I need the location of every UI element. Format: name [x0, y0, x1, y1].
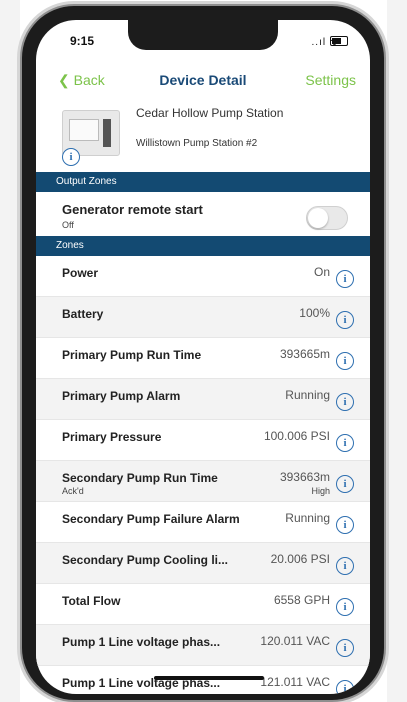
info-icon[interactable]: i [336, 557, 354, 575]
info-icon[interactable]: i [336, 352, 354, 370]
info-icon[interactable]: i [336, 475, 354, 493]
zone-value: On [313, 265, 330, 279]
zone-value-substatus: High [311, 486, 330, 496]
zone-value: 6558 GPH [273, 593, 330, 607]
zone-row[interactable]: Battery 100% i [36, 297, 370, 338]
zone-name: Total Flow [62, 594, 121, 608]
info-icon[interactable]: i [336, 270, 354, 288]
background-left [0, 0, 20, 702]
zone-substatus: Ack'd [62, 486, 84, 496]
zone-row[interactable]: Primary Pump Alarm Running i [36, 379, 370, 420]
output-zones-header: Output Zones [36, 172, 370, 192]
zone-row[interactable]: Primary Pump Run Time 393665m i [36, 338, 370, 379]
generator-toggle[interactable] [306, 206, 348, 230]
zone-row[interactable]: Primary Pressure 100.006 PSI i [36, 420, 370, 461]
zone-value: Running [285, 388, 330, 402]
zone-row[interactable]: Secondary Pump Run Time 393663m Ack'd High i [36, 461, 370, 502]
zone-row[interactable]: Pump 1 Line voltage phas... 120.011 VAC i [36, 625, 370, 666]
device-subtitle: Willistown Pump Station #2 [136, 138, 258, 149]
zone-name: Secondary Pump Failure Alarm [62, 512, 240, 526]
info-icon[interactable]: i [336, 516, 354, 534]
zone-name: Power [62, 266, 99, 280]
device-header: i Cedar Hollow Pump Station Willistown P… [36, 96, 370, 170]
info-icon[interactable]: i [336, 434, 354, 452]
phone-screen: 9:15 ..ıl ᯤ ❮ Back Device Detail Setting… [36, 20, 370, 694]
status-time: 9:15 [70, 34, 95, 48]
zone-row[interactable]: Pump 1 Line voltage phas... 121.011 VAC i [36, 666, 370, 694]
info-icon[interactable]: i [336, 639, 354, 657]
battery-icon [330, 36, 348, 46]
navigation-bar: ❮ Back Device Detail Settings [36, 66, 370, 96]
zone-value: 393663m [279, 470, 330, 484]
phone-notch [128, 20, 278, 50]
zones-header: Zones [36, 236, 370, 256]
info-icon[interactable]: i [336, 598, 354, 616]
zone-name: Primary Pump Run Time [62, 348, 202, 362]
zone-row[interactable]: Power On i [36, 256, 370, 297]
zone-row[interactable]: Total Flow 6558 GPH i [36, 584, 370, 625]
info-icon[interactable]: i [336, 311, 354, 329]
settings-button[interactable]: Settings [305, 72, 356, 88]
info-icon[interactable]: i [336, 680, 354, 694]
generator-state: Off [62, 220, 74, 230]
zone-value: 120.011 VAC [260, 634, 330, 648]
zone-value: Running [285, 511, 330, 525]
home-indicator[interactable] [154, 676, 264, 680]
zone-value: 121.011 VAC [260, 675, 330, 689]
zone-row[interactable]: Secondary Pump Failure Alarm Running i [36, 502, 370, 543]
zone-name: Pump 1 Line voltage phas... [62, 635, 221, 649]
zone-name: Secondary Pump Run Time [62, 471, 218, 485]
generator-row: Generator remote start Off [36, 192, 370, 236]
device-info-icon[interactable]: i [62, 148, 80, 166]
zone-value: 100.006 PSI [263, 429, 330, 443]
zone-value: 100% [299, 306, 330, 320]
zone-name: Primary Pressure [62, 430, 162, 444]
zone-row[interactable]: Secondary Pump Cooling li... 20.006 PSI i [36, 543, 370, 584]
zone-value: 393665m [279, 347, 330, 361]
device-name: Cedar Hollow Pump Station [136, 106, 284, 120]
info-icon[interactable]: i [336, 393, 354, 411]
zones-list: Power On i Battery 100% i Primary Pump Run Tim… [36, 256, 370, 694]
generator-label: Generator remote start [62, 202, 203, 217]
zone-name: Primary Pump Alarm [62, 389, 181, 403]
zone-name: Battery [62, 307, 104, 321]
zone-value: 20.006 PSI [270, 552, 330, 566]
background-right [387, 0, 407, 702]
zone-name: Secondary Pump Cooling li... [62, 553, 229, 567]
